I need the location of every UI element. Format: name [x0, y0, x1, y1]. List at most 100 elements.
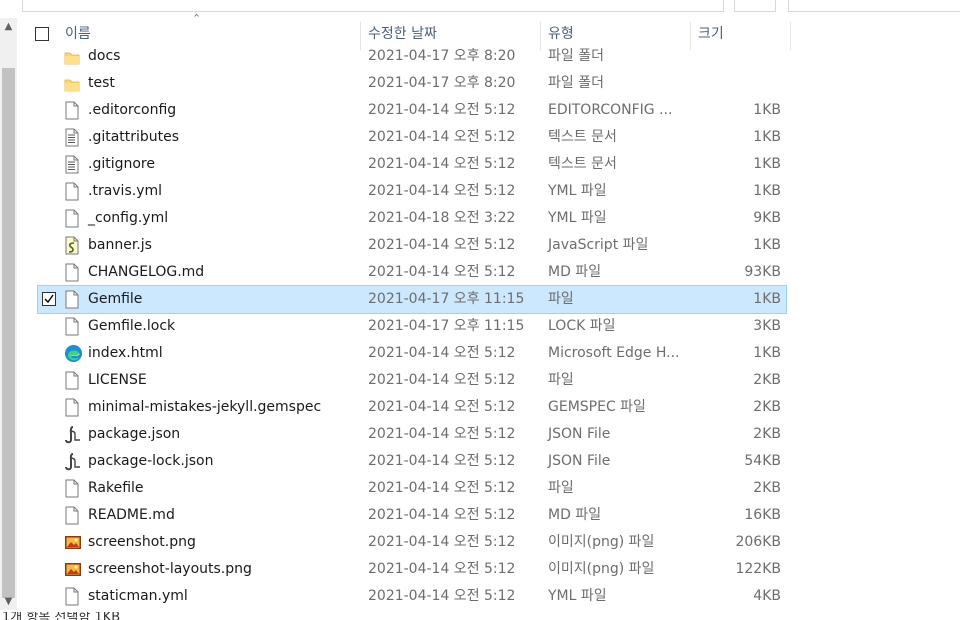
address-bar[interactable]: [22, 0, 724, 12]
file-row[interactable]: Gemfile.lock 2021-04-17 오후 11:15 LOCK 파일 3K…: [38, 313, 786, 340]
file-modified-date: 2021-04-14 오전 5:12: [368, 264, 516, 280]
search-input[interactable]: [788, 0, 960, 12]
file-type: JSON File: [548, 426, 611, 442]
file-modified-date: 2021-04-14 오전 5:12: [368, 237, 516, 253]
file-size: 2KB: [753, 372, 781, 388]
file-icon: [64, 506, 80, 525]
file-modified-date: 2021-04-14 오전 5:12: [368, 453, 516, 469]
file-icon: [64, 371, 80, 390]
scroll-up-icon[interactable]: ▲: [0, 18, 17, 35]
file-row[interactable]: Rakefile 2021-04-14 오전 5:12 파일 2KB: [38, 475, 786, 502]
file-size: 2KB: [753, 399, 781, 415]
file-name: banner.js: [88, 237, 152, 253]
file-name: README.md: [88, 507, 175, 523]
file-row[interactable]: .travis.yml 2021-04-14 오전 5:12 YML 파일 1KB: [38, 178, 786, 205]
file-icon: [64, 290, 80, 309]
file-modified-date: 2021-04-17 오후 11:15: [368, 318, 525, 334]
file-name: screenshot.png: [88, 534, 196, 550]
file-size: 1KB: [753, 102, 781, 118]
file-row[interactable]: banner.js 2021-04-14 오전 5:12 JavaScript 파일…: [38, 232, 786, 259]
file-name: staticman.yml: [88, 588, 188, 604]
file-type: MD 파일: [548, 507, 602, 523]
file-type: JavaScript 파일: [548, 237, 649, 253]
file-row[interactable]: CHANGELOG.md 2021-04-14 오전 5:12 MD 파일 93KB: [38, 259, 786, 286]
file-row[interactable]: Gemfile 2021-04-17 오후 11:15 파일 1KB: [37, 285, 787, 314]
refresh-button[interactable]: [734, 0, 776, 12]
file-icon: [64, 317, 80, 336]
file-modified-date: 2021-04-17 오후 11:15: [368, 291, 525, 307]
folder-icon: [64, 47, 80, 66]
file-size: 93KB: [744, 264, 781, 280]
scrollbar-thumb[interactable]: [2, 68, 15, 598]
file-row[interactable]: package.json 2021-04-14 오전 5:12 JSON File 2…: [38, 421, 786, 448]
file-size: 2KB: [753, 480, 781, 496]
file-name: minimal-mistakes-jekyll.gemspec: [88, 399, 322, 415]
file-modified-date: 2021-04-14 오전 5:12: [368, 561, 516, 577]
file-size: 1KB: [753, 129, 781, 145]
file-modified-date: 2021-04-14 오전 5:12: [368, 507, 516, 523]
file-size: 1KB: [753, 345, 781, 361]
file-icon: [64, 101, 80, 120]
file-modified-date: 2021-04-14 오전 5:12: [368, 426, 516, 442]
file-type: JSON File: [548, 453, 611, 469]
file-row[interactable]: .editorconfig 2021-04-14 오전 5:12 EDITORCON…: [38, 97, 786, 124]
edge-icon: [64, 344, 83, 363]
file-name: package-lock.json: [88, 453, 214, 469]
file-size: 54KB: [744, 453, 781, 469]
file-type: 파일 폴더: [548, 48, 604, 64]
file-icon: [64, 209, 80, 228]
vertical-scrollbar[interactable]: ▲ ▼: [0, 18, 17, 610]
file-icon: [64, 182, 80, 201]
file-row[interactable]: package-lock.json 2021-04-14 오전 5:12 JSON …: [38, 448, 786, 475]
file-type: 이미지(png) 파일: [548, 561, 655, 577]
folder-icon: [64, 74, 80, 93]
file-name: docs: [88, 48, 121, 64]
file-type: 파일: [548, 291, 574, 307]
file-type: 이미지(png) 파일: [548, 534, 655, 550]
file-row[interactable]: screenshot-layouts.png 2021-04-14 오전 5:12…: [38, 556, 786, 583]
file-row[interactable]: LICENSE 2021-04-14 오전 5:12 파일 2KB: [38, 367, 786, 394]
file-size: 1KB: [753, 156, 781, 172]
file-modified-date: 2021-04-14 오전 5:12: [368, 372, 516, 388]
file-modified-date: 2021-04-14 오전 5:12: [368, 480, 516, 496]
file-row[interactable]: staticman.yml 2021-04-14 오전 5:12 YML 파일 4KB: [38, 583, 786, 610]
file-modified-date: 2021-04-14 오전 5:12: [368, 102, 516, 118]
file-name: screenshot-layouts.png: [88, 561, 252, 577]
file-modified-date: 2021-04-14 오전 5:12: [368, 399, 516, 415]
file-size: 1KB: [753, 183, 781, 199]
file-name: Rakefile: [88, 480, 144, 496]
file-size: 3KB: [753, 318, 781, 334]
file-row[interactable]: screenshot.png 2021-04-14 오전 5:12 이미지(png)…: [38, 529, 786, 556]
file-row[interactable]: docs 2021-04-17 오후 8:20 파일 폴더: [38, 43, 786, 70]
text-file-icon: [64, 128, 80, 147]
file-row[interactable]: .gitattributes 2021-04-14 오전 5:12 텍스트 문서 1K…: [38, 124, 786, 151]
file-name: .travis.yml: [88, 183, 163, 199]
file-icon: [64, 587, 80, 606]
file-name: .gitattributes: [88, 129, 180, 145]
file-row[interactable]: _config.yml 2021-04-18 오전 3:22 YML 파일 9KB: [38, 205, 786, 232]
file-size: 206KB: [735, 534, 781, 550]
file-type: 파일: [548, 480, 574, 496]
row-checkbox[interactable]: [42, 292, 56, 306]
file-type: YML 파일: [548, 183, 607, 199]
file-type: 파일: [548, 372, 574, 388]
file-row[interactable]: minimal-mistakes-jekyll.gemspec 2021-04-1…: [38, 394, 786, 421]
toolbar: [0, 0, 960, 12]
file-row[interactable]: README.md 2021-04-14 오전 5:12 MD 파일 16KB: [38, 502, 786, 529]
file-modified-date: 2021-04-14 오전 5:12: [368, 588, 516, 604]
file-type: LOCK 파일: [548, 318, 616, 334]
select-all-checkbox[interactable]: [35, 27, 49, 41]
file-row[interactable]: test 2021-04-17 오후 8:20 파일 폴더: [38, 70, 786, 97]
file-modified-date: 2021-04-14 오전 5:12: [368, 156, 516, 172]
file-modified-date: 2021-04-14 오전 5:12: [368, 534, 516, 550]
column-divider[interactable]: [790, 22, 791, 50]
file-name: LICENSE: [88, 372, 147, 388]
file-type: Microsoft Edge H...: [548, 345, 680, 361]
file-type: 텍스트 문서: [548, 156, 617, 172]
file-row[interactable]: index.html 2021-04-14 오전 5:12 Microsoft Ed…: [38, 340, 786, 367]
file-size: 122KB: [735, 561, 781, 577]
scroll-down-icon[interactable]: ▼: [0, 593, 17, 610]
file-name: Gemfile: [88, 291, 143, 307]
file-name: _config.yml: [88, 210, 169, 226]
file-row[interactable]: .gitignore 2021-04-14 오전 5:12 텍스트 문서 1KB: [38, 151, 786, 178]
